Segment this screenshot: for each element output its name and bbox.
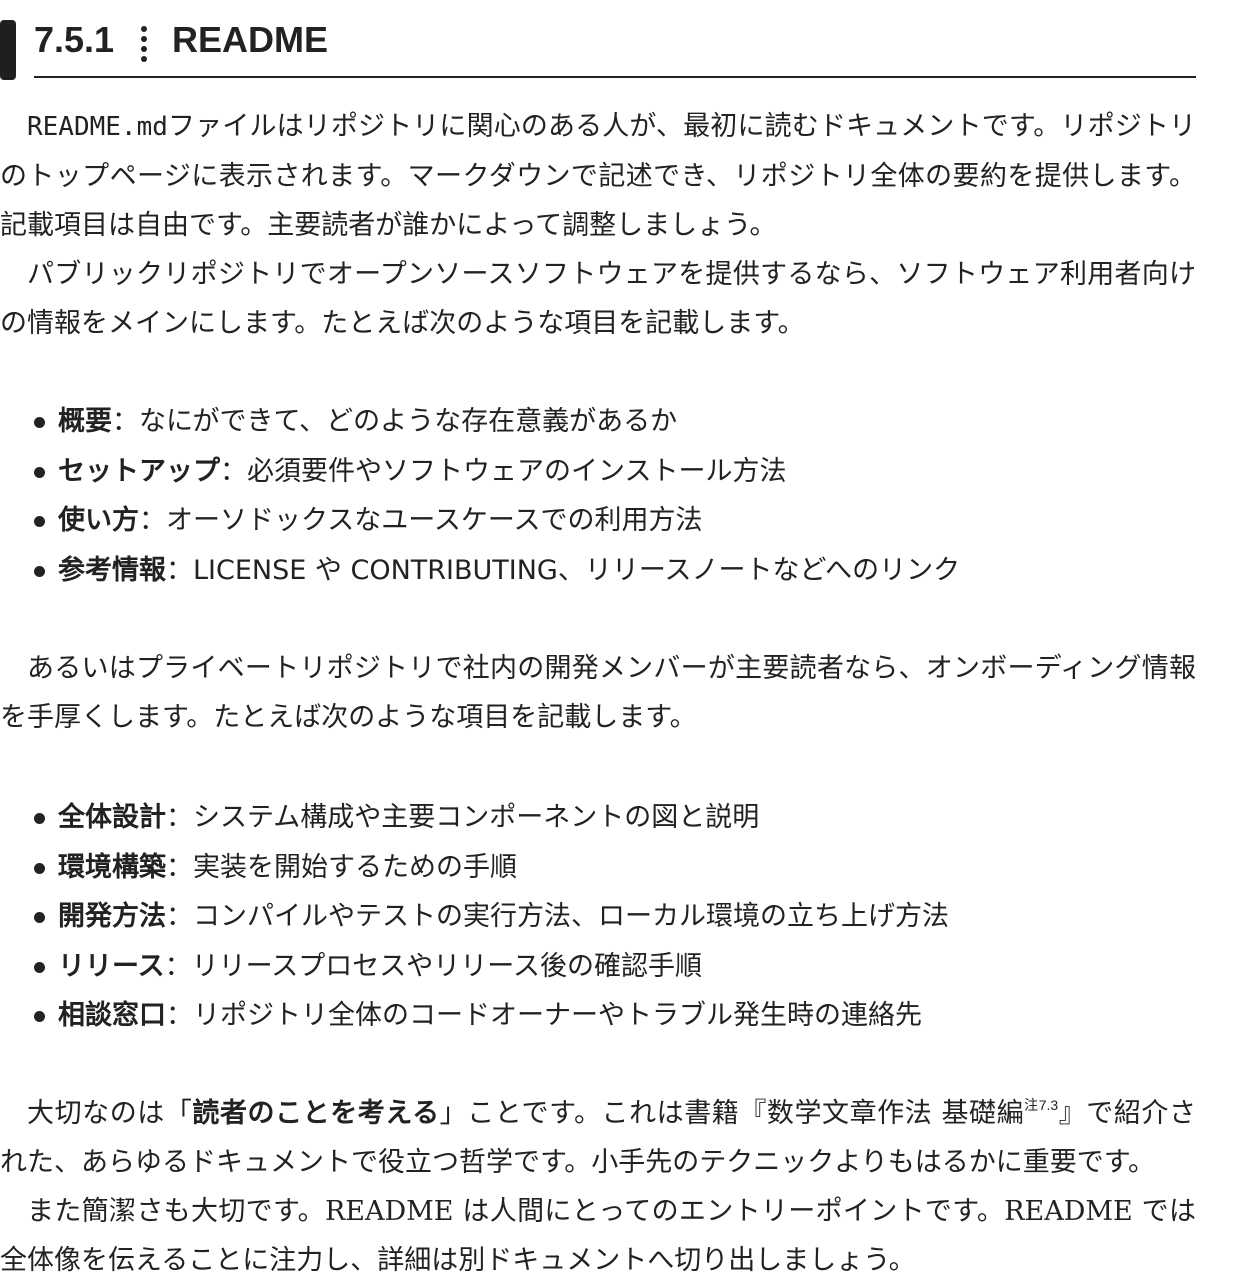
list-item: 相談窓口：リポジトリ全体のコードオーナーやトラブル発生時の連絡先	[34, 991, 1194, 1041]
document-page: 7.5.1 README README.mdファイルはリポジトリに関心のある人が…	[0, 0, 1244, 1288]
section-heading: 7.5.1 README	[0, 14, 1196, 80]
list-item: 環境構築：実装を開始するための手順	[34, 843, 1194, 893]
list-item: 参考情報：LICENSE や CONTRIBUTING、リリースノートなどへのリ…	[34, 546, 1194, 596]
public-repo-item-list: 概要：なにができて、どのような存在意義があるか セットアップ：必須要件やソフトウ…	[34, 397, 1194, 595]
closing-paragraph-1: 大切なのは「読者のことを考える」ことです。これは書籍『数学文章作法 基礎編注7.…	[0, 1097, 1196, 1178]
bullet-icon	[34, 417, 45, 428]
bullet-icon	[34, 961, 45, 973]
heading-separator-dots-icon	[140, 26, 148, 64]
intro-paragraph-1-text: ファイルはリポジトリに関心のある人が、最初に読むドキュメントです。リポジトリのト…	[0, 111, 1196, 241]
closing-paragraph-2: また簡潔さも大切です。README は人間にとってのエントリーポイントです。RE…	[0, 1196, 1196, 1276]
bullet-icon	[34, 466, 45, 478]
private-intro-section: あるいはプライベートリポジトリで社内の開発メンバーが主要読者なら、オンボーディン…	[0, 644, 1196, 742]
list-item: セットアップ：必須要件やソフトウェアのインストール方法	[34, 447, 1194, 497]
footnote-reference[interactable]: 注7.3	[1024, 1097, 1058, 1113]
private-repo-item-list: 全体設計：システム構成や主要コンポーネントの図と説明 環境構築：実装を開始するた…	[34, 793, 1194, 1041]
list-item: 概要：なにができて、どのような存在意義があるか	[34, 397, 1194, 447]
bullet-icon	[34, 565, 45, 577]
emphasis-text: 読者のことを考える	[192, 1098, 440, 1129]
closing-section: 大切なのは「読者のことを考える」ことです。これは書籍『数学文章作法 基礎編注7.…	[0, 1089, 1196, 1285]
list-item: 開発方法：コンパイルやテストの実行方法、ローカル環境の立ち上げ方法	[34, 892, 1194, 942]
bullet-icon	[34, 912, 45, 923]
heading-underline	[34, 76, 1196, 78]
intro-paragraph-2: パブリックリポジトリでオープンソースソフトウェアを提供するなら、ソフトウェア利用…	[0, 259, 1196, 339]
list-item: 使い方：オーソドックスなユースケースでの利用方法	[34, 496, 1194, 546]
list-item: 全体設計：システム構成や主要コンポーネントの図と説明	[34, 793, 1194, 843]
private-intro-paragraph: あるいはプライベートリポジトリで社内の開発メンバーが主要読者なら、オンボーディン…	[0, 653, 1196, 733]
bullet-icon	[34, 516, 45, 527]
list-item: リリース：リリースプロセスやリリース後の確認手順	[34, 942, 1194, 992]
section-title: README	[172, 19, 329, 60]
intro-section: README.mdファイルはリポジトリに関心のある人が、最初に読むドキュメントで…	[0, 102, 1196, 348]
section-number: 7.5.1	[34, 19, 115, 60]
intro-paragraph-1: README.mdファイルはリポジトリに関心のある人が、最初に読むドキュメントで…	[0, 102, 1196, 250]
bullet-icon	[34, 1011, 45, 1022]
bullet-icon	[34, 862, 45, 874]
heading-marker-bar	[0, 20, 16, 80]
readme-filename-code: README.md	[27, 112, 168, 142]
bullet-icon	[34, 813, 45, 824]
